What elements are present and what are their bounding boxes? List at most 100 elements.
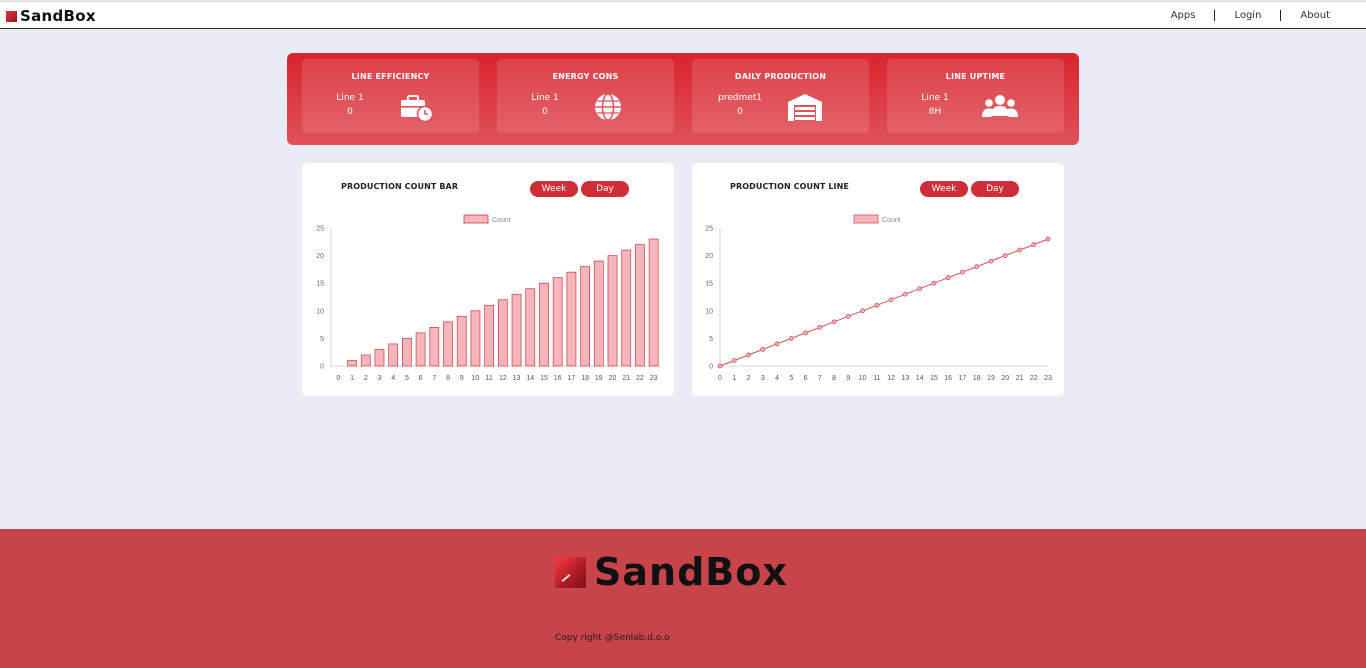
chart-title: PRODUCTION COUNT BAR <box>341 182 459 191</box>
x-tick-label: 6 <box>419 375 423 382</box>
nav-link-apps[interactable]: Apps <box>1152 9 1215 22</box>
bar <box>443 321 453 367</box>
bar <box>648 238 659 367</box>
x-tick-label: 13 <box>513 375 521 382</box>
data-point <box>803 330 808 336</box>
nav-links: Apps Login About <box>1152 9 1330 22</box>
series-line <box>719 238 1049 367</box>
bar <box>456 315 467 367</box>
footer-logo-icon <box>555 556 586 588</box>
day-toggle-button[interactable]: Day <box>971 181 1019 197</box>
users-icon <box>982 95 1018 117</box>
copyright-text: Copy right @Senlab.d.o.o <box>555 633 670 643</box>
chart-card-line: Count 0 5 10 15 20 25 0 1 2 3 4 5 6 7 8 9 10 11 12 13 14 15 16 1… <box>692 163 1064 396</box>
x-tick-label: 9 <box>460 375 464 382</box>
x-tick-label: 10 <box>859 375 867 382</box>
bar <box>415 332 426 367</box>
x-tick-label: 23 <box>650 375 658 382</box>
x-tick-label: 5 <box>405 375 409 382</box>
x-tick-label: 1 <box>350 375 354 382</box>
x-tick-label: 14 <box>916 375 924 382</box>
kpi-value: 0 <box>737 107 743 117</box>
x-tick-label: 16 <box>944 375 952 382</box>
week-toggle-button[interactable]: Week <box>530 181 578 197</box>
data-point <box>788 335 794 341</box>
x-tick-label: 12 <box>499 375 507 382</box>
kpi-title: ENERGY CONS <box>552 72 619 81</box>
bar <box>360 354 371 367</box>
bar <box>511 293 522 367</box>
x-tick-label: 19 <box>987 375 995 382</box>
data-point <box>1017 247 1022 253</box>
kpi-title: DAILY PRODUCTION <box>734 72 827 81</box>
data-point <box>845 313 851 319</box>
data-point <box>760 347 766 352</box>
data-point <box>774 341 780 347</box>
x-tick-label: 10 <box>472 375 480 382</box>
y-tick-label: 25 <box>316 226 324 233</box>
chart-title: PRODUCTION COUNT LINE <box>730 182 849 191</box>
kpi-title: LINE UPTIME <box>945 72 1006 81</box>
bar <box>484 304 495 367</box>
x-tick-label: 7 <box>818 375 822 382</box>
x-tick-label: 3 <box>761 375 765 382</box>
bar <box>566 271 577 367</box>
data-point <box>831 319 837 325</box>
y-tick-label: 0 <box>320 364 324 371</box>
bar <box>347 360 357 367</box>
nav-link-about[interactable]: About <box>1281 9 1330 22</box>
data-point <box>902 291 908 297</box>
bar <box>580 266 590 367</box>
kpi-card-daily-production: DAILY PRODUCTION predmet1 0 <box>692 59 869 133</box>
x-tick-label: 18 <box>973 375 981 382</box>
data-point <box>888 297 894 303</box>
kpi-label: Line 1 <box>336 93 364 103</box>
y-tick-label: 0 <box>709 364 713 371</box>
day-toggle-button[interactable]: Day <box>581 181 629 197</box>
bar <box>429 327 440 367</box>
x-tick-label: 22 <box>636 375 644 382</box>
chart-card-bar: Count 0 5 10 15 20 25 0 1 2 3 4 5 6 7 8 9 10 11 12 13 14 15 16 1… <box>302 163 674 396</box>
x-tick-label: 0 <box>718 375 722 382</box>
kpi-label: Line 1 <box>921 93 949 103</box>
y-tick-label: 20 <box>316 253 324 260</box>
x-tick-label: 21 <box>1016 375 1024 382</box>
bar <box>402 338 412 367</box>
x-tick-label: 20 <box>609 375 617 382</box>
x-tick-label: 23 <box>1044 375 1052 382</box>
data-point <box>860 308 866 314</box>
bar <box>635 244 645 367</box>
y-tick-label: 25 <box>705 226 713 233</box>
x-tick-label: 15 <box>930 375 938 382</box>
x-tick-label: 6 <box>804 375 808 382</box>
production-count-bar-chart: Count05101520250 1 2 3 4 5 6 7 8 9 10 11 12 13 14 15 16 1… <box>316 214 661 382</box>
x-tick-label: 13 <box>901 375 909 382</box>
x-tick-label: 19 <box>595 375 603 382</box>
brand[interactable]: SandBox <box>6 7 96 25</box>
data-point <box>960 269 965 275</box>
week-toggle-button[interactable]: Week <box>920 181 968 197</box>
kpi-label: Line 1 <box>531 93 559 103</box>
x-tick-label: 2 <box>747 375 751 382</box>
y-tick-label: 5 <box>320 336 324 343</box>
data-point <box>1045 236 1051 242</box>
data-point <box>1002 253 1008 258</box>
legend-label: Count <box>492 217 511 224</box>
data-point <box>717 363 723 369</box>
nav-link-login[interactable]: Login <box>1215 9 1280 22</box>
legend-swatch <box>853 214 879 224</box>
footer-brand-name: SandBox <box>594 550 788 594</box>
production-count-line-chart: Count05101520250 1 2 3 4 5 6 7 8 9 10 11 12 13 14 15 16 1… <box>705 214 1052 382</box>
x-tick-label: 3 <box>378 375 382 382</box>
x-tick-label: 8 <box>832 375 836 382</box>
data-point <box>917 286 923 292</box>
x-tick-label: 11 <box>873 375 880 382</box>
x-tick-label: 5 <box>789 375 793 382</box>
kpi-label: predmet1 <box>717 93 763 103</box>
y-tick-label: 20 <box>705 253 713 260</box>
kpi-value: 0 <box>347 107 353 117</box>
x-tick-label: 18 <box>581 375 589 382</box>
x-tick-label: 9 <box>846 375 850 382</box>
bar <box>552 277 563 367</box>
bar <box>539 282 549 367</box>
